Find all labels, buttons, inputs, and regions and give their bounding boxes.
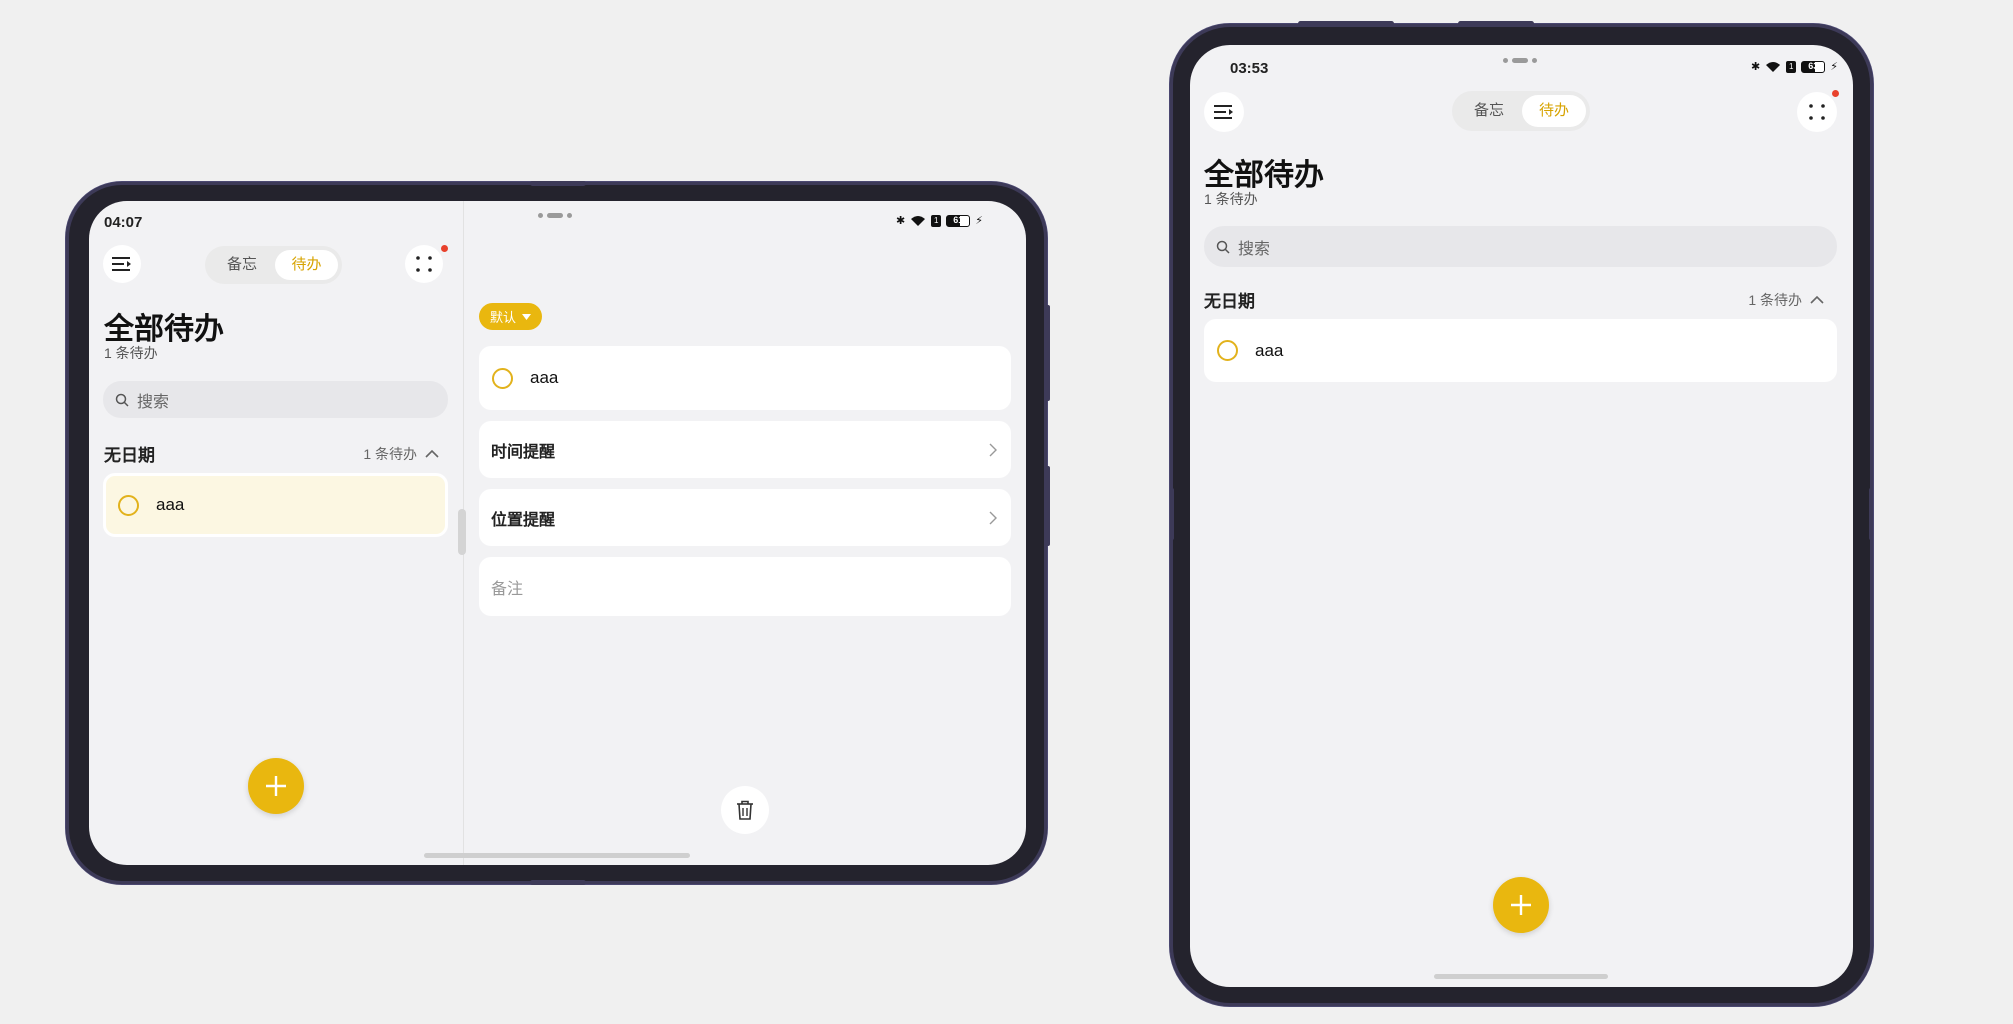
todo-list-item[interactable]: aaa — [1204, 319, 1837, 382]
device-button — [1458, 21, 1534, 26]
charging-icon: ⚡ — [1830, 61, 1838, 73]
time-reminder-row[interactable]: 时间提醒 — [479, 421, 1011, 478]
mode-segment: 备忘 待办 — [205, 246, 342, 284]
sort-dropdown[interactable]: 默认 — [479, 303, 542, 330]
todo-detail-checkbox[interactable] — [492, 367, 513, 389]
todo-detail-text: aaa — [530, 368, 559, 387]
battery-icon: 63 — [1801, 60, 1826, 73]
tab-todos[interactable]: 待办 — [275, 250, 338, 280]
device-button — [1046, 305, 1050, 401]
device-button — [1170, 488, 1174, 540]
group-header[interactable]: 无日期 1 条待办 — [1204, 287, 1824, 312]
home-indicator[interactable] — [1434, 974, 1608, 979]
status-icons: ✱ 1 63 ⚡ — [1751, 60, 1838, 73]
battery-icon: 61 — [946, 214, 971, 227]
page-subtitle: 1 条待办 — [1204, 191, 1258, 207]
menu-button[interactable] — [103, 245, 141, 283]
wifi-icon — [911, 215, 926, 226]
search-icon — [1216, 240, 1230, 254]
tab-notes[interactable]: 备忘 — [1456, 95, 1522, 127]
menu-button[interactable] — [1204, 92, 1244, 132]
menu-icon — [112, 257, 131, 271]
time-reminder-label: 时间提醒 — [491, 443, 556, 461]
group-title: 无日期 — [1204, 292, 1255, 311]
search-placeholder: 搜索 — [137, 393, 170, 411]
todo-text: aaa — [1255, 340, 1284, 360]
charging-icon: ⚡ — [975, 215, 983, 227]
status-time: 04:07 — [104, 214, 143, 231]
tab-notes[interactable]: 备忘 — [209, 250, 275, 280]
notification-dot — [441, 245, 448, 252]
bluetooth-icon: ✱ — [1751, 61, 1761, 73]
device-button — [1869, 488, 1873, 540]
group-count: 1 条待办 — [1748, 290, 1824, 310]
grid-dots-icon — [1809, 104, 1825, 120]
note-field[interactable]: 备注 — [479, 557, 1011, 616]
group-count: 1 条待办 — [363, 444, 439, 464]
add-todo-button[interactable] — [1493, 877, 1549, 933]
device-button — [1298, 21, 1394, 26]
sim-icon: 1 — [1786, 60, 1797, 73]
location-reminder-label: 位置提醒 — [491, 511, 556, 529]
location-reminder-row[interactable]: 位置提醒 — [479, 489, 1011, 546]
page-title: 全部待办 — [104, 313, 224, 346]
portrait-screen: 03:53 ✱ 1 63 ⚡ 备忘 待办 全部待办 1 条待办 搜索 无日期 1… — [1190, 45, 1853, 987]
page-subtitle: 1 条待办 — [104, 345, 158, 361]
status-time: 03:53 — [1230, 60, 1269, 77]
plus-icon — [1511, 895, 1531, 915]
sim-icon: 1 — [931, 214, 942, 227]
notification-dot — [1832, 90, 1839, 97]
todo-detail-title[interactable]: aaa — [479, 346, 1011, 410]
chevron-right-icon — [989, 511, 997, 524]
todo-checkbox[interactable] — [1217, 340, 1238, 361]
todo-list-item[interactable]: aaa — [103, 473, 448, 537]
sort-label: 默认 — [489, 310, 516, 325]
add-todo-button[interactable] — [248, 758, 304, 814]
group-header[interactable]: 无日期 1 条待办 — [104, 441, 439, 466]
menu-icon — [1214, 105, 1233, 119]
todo-checkbox[interactable] — [118, 494, 139, 516]
caret-down-icon — [522, 313, 531, 320]
chevron-up-icon — [425, 449, 439, 458]
pane-resize-handle[interactable] — [458, 509, 466, 555]
grid-dots-icon — [416, 256, 432, 272]
group-count-text: 1 条待办 — [363, 445, 417, 462]
search-input[interactable]: 搜索 — [103, 381, 448, 418]
device-button — [530, 880, 586, 885]
device-button — [530, 181, 586, 186]
landscape-screen: 04:07 ✱ 1 61 ⚡ 备忘 待办 全部待办 1 条待办 搜索 无日期 1… — [89, 201, 1026, 865]
multitask-handle[interactable] — [538, 213, 572, 218]
device-button — [1046, 466, 1050, 546]
todo-text: aaa — [156, 495, 185, 514]
more-button[interactable] — [1797, 92, 1837, 132]
delete-button[interactable] — [721, 786, 769, 834]
search-input[interactable]: 搜索 — [1204, 226, 1837, 267]
chevron-up-icon — [1810, 295, 1824, 304]
plus-icon — [266, 776, 286, 796]
bluetooth-icon: ✱ — [896, 215, 906, 227]
search-placeholder: 搜索 — [1238, 240, 1271, 258]
status-icons: ✱ 1 61 ⚡ — [896, 214, 983, 227]
group-title: 无日期 — [104, 446, 155, 465]
more-button[interactable] — [405, 245, 443, 283]
group-count-text: 1 条待办 — [1748, 291, 1802, 308]
search-icon — [115, 393, 129, 407]
tab-todos[interactable]: 待办 — [1522, 95, 1586, 127]
chevron-right-icon — [989, 443, 997, 456]
home-indicator[interactable] — [424, 853, 690, 858]
page-title: 全部待办 — [1204, 159, 1324, 192]
note-placeholder: 备注 — [491, 580, 524, 598]
trash-icon — [737, 800, 753, 820]
multitask-handle[interactable] — [1503, 58, 1537, 63]
mode-segment: 备忘 待办 — [1452, 91, 1590, 131]
wifi-icon — [1766, 61, 1781, 72]
